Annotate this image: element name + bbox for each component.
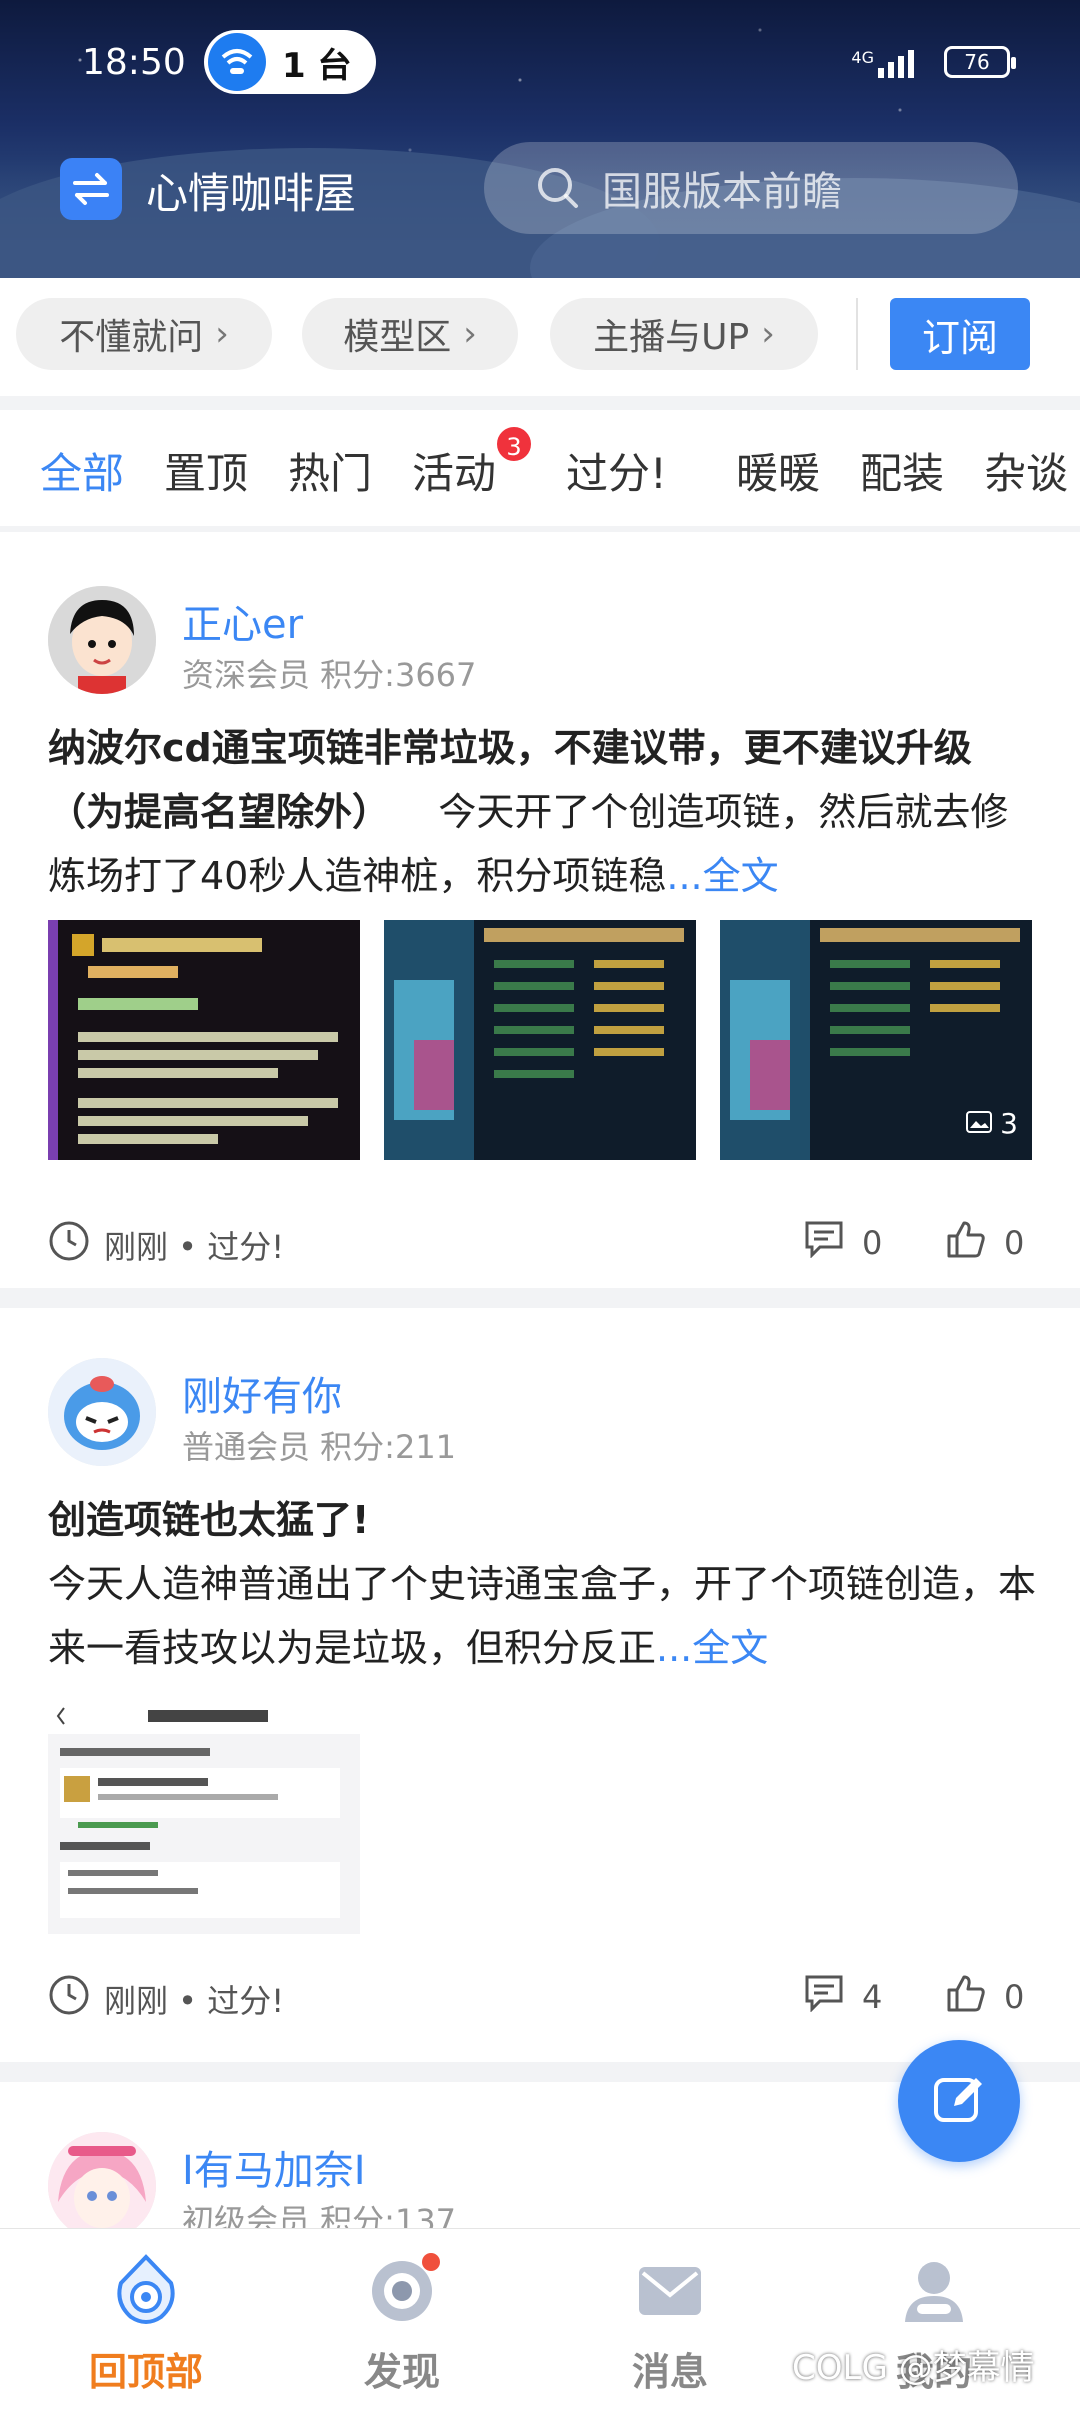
avatar[interactable] [48, 1358, 156, 1466]
tab-pinned[interactable]: 置顶 [164, 440, 248, 501]
chip-ask[interactable]: 不懂就问 › [16, 298, 272, 370]
post-image[interactable]: 3 [720, 920, 1032, 1160]
network-type: 4G [851, 48, 874, 67]
discover-icon [362, 2251, 442, 2331]
user-meta: 普通会员 积分:211 [182, 1428, 457, 1466]
tab-chat[interactable]: 杂谈 [984, 440, 1068, 501]
chip-label: 模型区 [343, 317, 452, 358]
profile-icon [894, 2251, 974, 2331]
clock-icon [48, 1974, 90, 2024]
edit-icon [930, 2070, 988, 2132]
post-time: 刚刚 • 过分! [48, 1220, 284, 1270]
read-more-link[interactable]: ...全文 [666, 854, 778, 898]
clock-icon [48, 1220, 90, 1270]
post-footer: 刚刚 • 过分! 4 0 [48, 1974, 1038, 2024]
comment-button[interactable]: 0 [804, 1220, 882, 1266]
comment-icon [804, 1974, 844, 2020]
nav-back-to-top[interactable]: 回顶部 [56, 2229, 236, 2414]
shortcut-bar: 不懂就问 › 模型区 › 主播与UP › 订阅 [0, 278, 1080, 396]
post-image[interactable] [384, 920, 696, 1160]
post-card[interactable]: 刚好有你 普通会员 积分:211 创造项链也太猛了! 今天人造神普通出了个史诗通… [0, 1308, 1080, 2062]
chevron-right-icon: › [463, 314, 477, 354]
battery-icon: 76 [944, 46, 1016, 78]
username[interactable]: 正心er [182, 592, 303, 650]
forum-header: 18:50 1 台 4G 76 心情咖啡屋 国服版本前瞻 [0, 0, 1080, 278]
chip-streamer[interactable]: 主播与UP › [550, 298, 818, 370]
comment-icon [804, 1220, 844, 1266]
search-box[interactable]: 国服版本前瞻 [484, 142, 1018, 234]
subscribe-button[interactable]: 订阅 [890, 298, 1030, 370]
hotspot-device-count: 1 台 [282, 45, 352, 86]
time-tag: 刚刚 • 过分! [104, 1982, 285, 2020]
like-button[interactable]: 0 [946, 1974, 1024, 2020]
post-title: 创造项链也太猛了! [48, 1498, 370, 1542]
comment-count: 4 [862, 1978, 883, 2016]
notification-dot [422, 2253, 440, 2271]
nav-discover[interactable]: 发现 [312, 2229, 492, 2414]
signal-icon: 4G [851, 48, 914, 78]
post-body: 今天人造神普通出了个史诗通宝盒子，开了个项链创造，本来一看技攻以为是垃圾，但积分… [48, 1562, 1037, 1670]
status-bar: 18:50 1 台 4G 76 [0, 28, 1080, 98]
battery-level: 76 [964, 50, 990, 74]
hotspot-icon [208, 33, 266, 91]
divider [856, 298, 858, 370]
nav-messages[interactable]: 消息 [580, 2229, 760, 2414]
mail-icon [630, 2251, 710, 2331]
user-meta: 初级会员 积分:137 [182, 2202, 457, 2228]
avatar[interactable] [48, 586, 156, 694]
forum-title[interactable]: 心情咖啡屋 [146, 160, 356, 221]
activity-badge: 3 [494, 424, 534, 464]
chip-model[interactable]: 模型区 › [302, 298, 518, 370]
search-icon [536, 166, 580, 210]
username[interactable]: 刚好有你 [182, 1364, 342, 1422]
user-meta: 资深会员 积分:3667 [182, 656, 477, 694]
post-image[interactable] [48, 1698, 360, 1934]
category-tabs: 全部 置顶 热门 活动 3 过分! 暖暖 配装 杂谈 [0, 410, 1080, 526]
post-card[interactable]: 正心er 资深会员 积分:3667 纳波尔cd通宝项链非常垃圾，不建议带，更不建… [0, 532, 1080, 1288]
back-to-top-icon [106, 2251, 186, 2331]
like-count: 0 [1004, 1224, 1025, 1262]
username[interactable]: I有马加奈I [182, 2138, 366, 2196]
image-icon [966, 1107, 993, 1140]
comment-count: 0 [862, 1224, 883, 1262]
tab-excessive[interactable]: 过分! [566, 440, 667, 501]
like-button[interactable]: 0 [946, 1220, 1024, 1266]
tab-gear[interactable]: 配装 [860, 440, 944, 501]
chip-label: 不懂就问 [59, 317, 204, 358]
nav-label: 发现 [363, 2350, 440, 2394]
search-placeholder: 国服版本前瞻 [602, 169, 842, 215]
switch-forum-icon[interactable] [60, 158, 122, 220]
tab-nuannuan[interactable]: 暖暖 [736, 440, 820, 501]
thumbs-up-icon [946, 1220, 986, 1266]
thumbs-up-icon [946, 1974, 986, 2020]
post-content[interactable]: 创造项链也太猛了! 今天人造神普通出了个史诗通宝盒子，开了个项链创造，本来一看技… [48, 1488, 1038, 1680]
read-more-link[interactable]: ...全文 [656, 1626, 768, 1670]
chevron-right-icon: › [761, 314, 775, 354]
tab-activity[interactable]: 活动 [412, 440, 496, 501]
image-count-value: 3 [1000, 1107, 1018, 1140]
watermark: COLG @梦幕情 [792, 2348, 1035, 2388]
image-count: 3 [966, 1107, 1018, 1140]
nav-label: 回顶部 [88, 2350, 203, 2394]
time-tag: 刚刚 • 过分! [104, 1228, 285, 1266]
hotspot-pill[interactable]: 1 台 [204, 30, 376, 94]
post-image[interactable] [48, 920, 360, 1160]
tab-hot[interactable]: 热门 [288, 440, 372, 501]
avatar[interactable] [48, 2132, 156, 2228]
post-content[interactable]: 纳波尔cd通宝项链非常垃圾，不建议带，更不建议升级（为提高名望除外） 今天开了个… [48, 716, 1038, 908]
like-count: 0 [1004, 1978, 1025, 2016]
chip-label: 主播与UP [593, 317, 750, 358]
comment-button[interactable]: 4 [804, 1974, 882, 2020]
post-time: 刚刚 • 过分! [48, 1974, 284, 2024]
post-footer: 刚刚 • 过分! 0 0 [48, 1220, 1038, 1270]
status-time: 18:50 [82, 42, 186, 83]
nav-label: 消息 [631, 2350, 708, 2394]
tab-all[interactable]: 全部 [40, 440, 124, 501]
chevron-right-icon: › [215, 314, 229, 354]
compose-button[interactable] [898, 2040, 1020, 2162]
